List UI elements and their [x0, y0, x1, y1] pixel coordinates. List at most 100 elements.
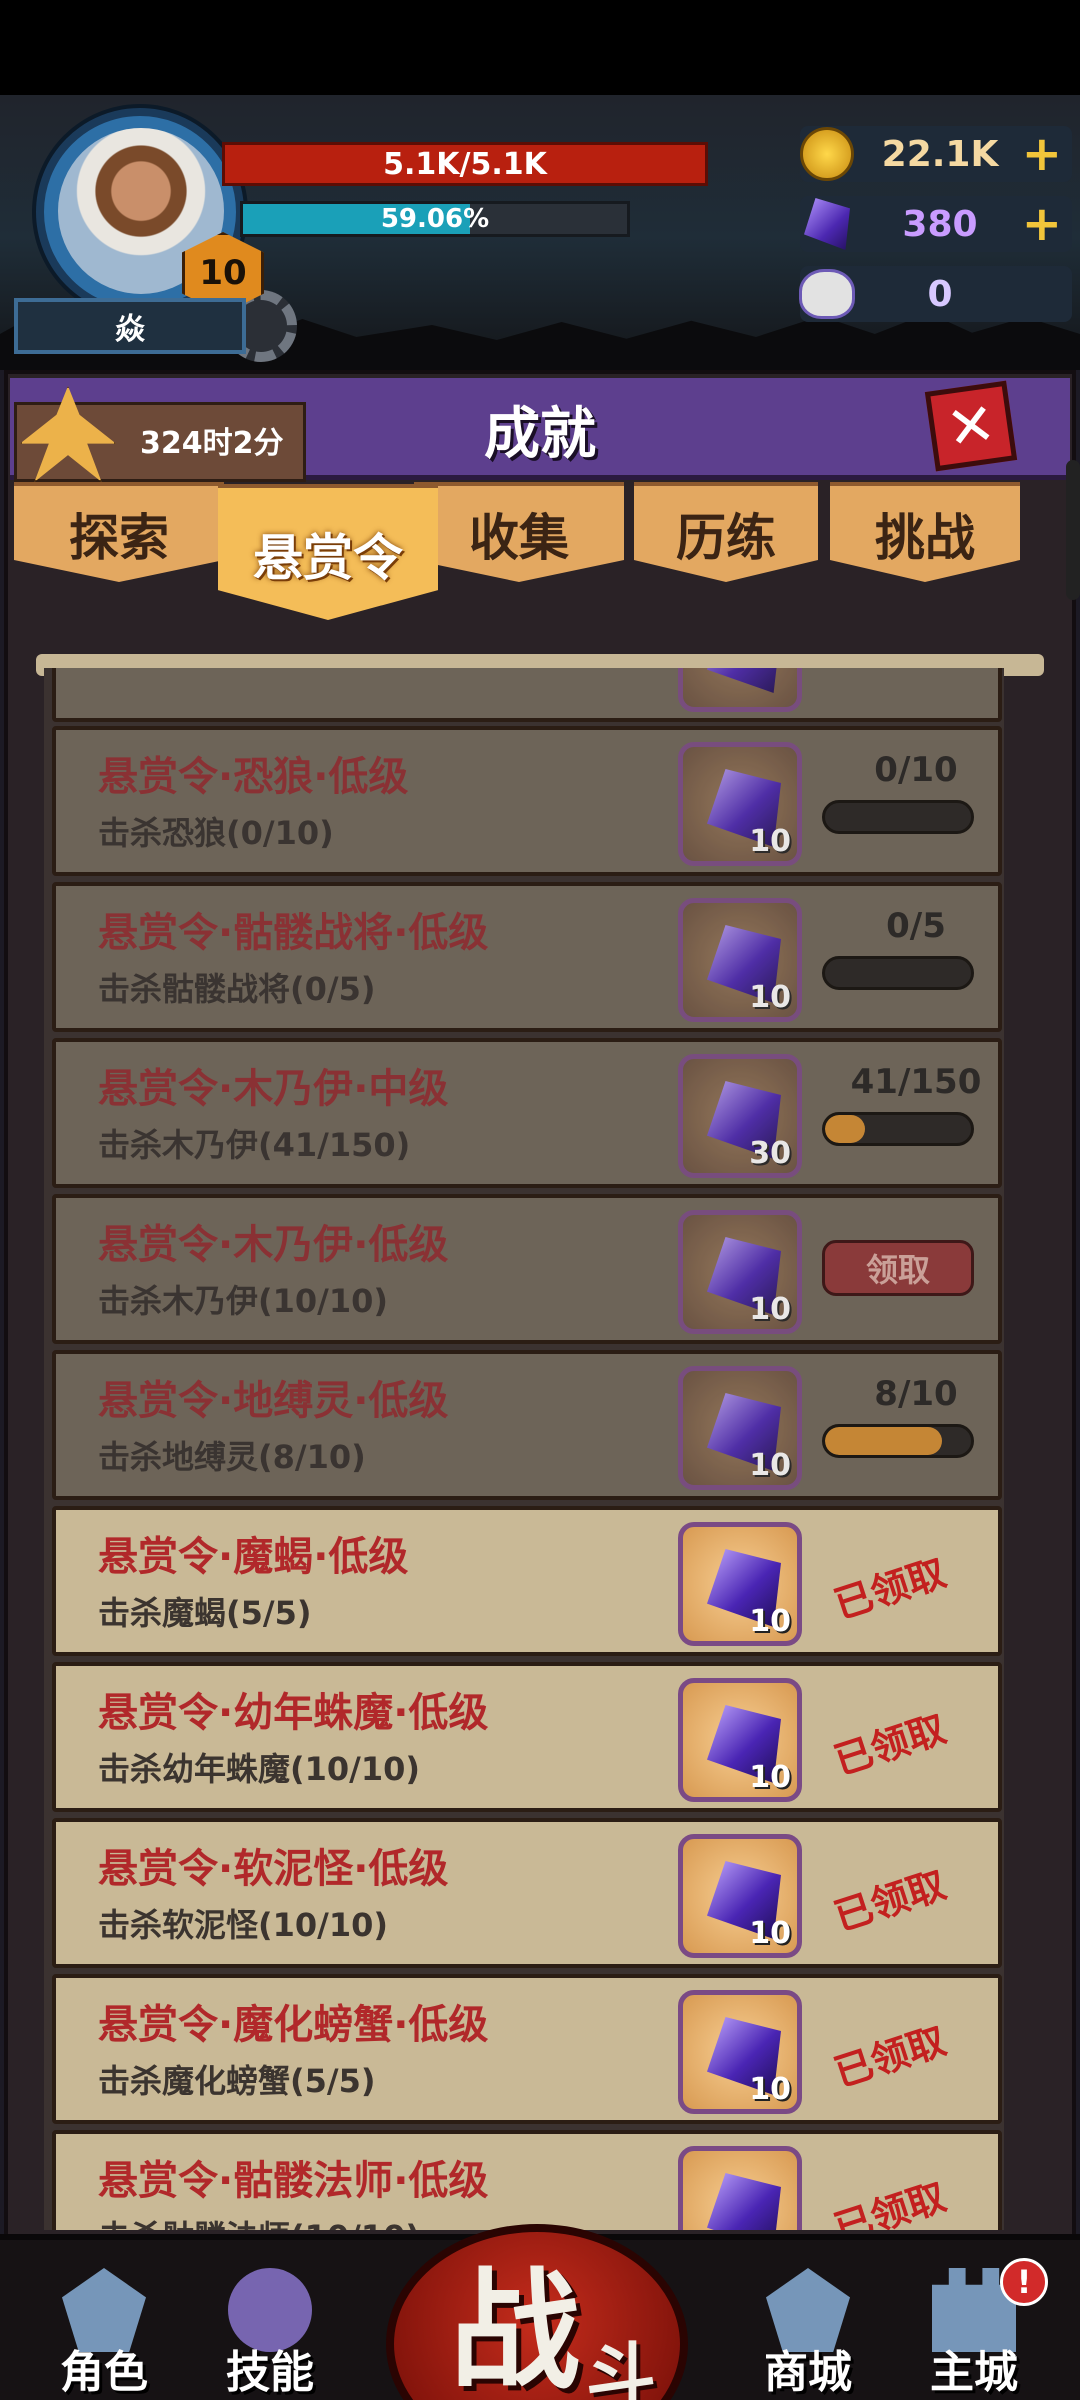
reward-count: 10	[749, 1448, 791, 1483]
player-name: 焱	[14, 298, 246, 354]
progress-bar	[822, 1424, 974, 1458]
progress-text: 0/10	[874, 750, 958, 790]
reward-count: 10	[749, 1604, 791, 1639]
reward-count: 10	[749, 1760, 791, 1795]
gold-counter: 22.1K +	[800, 126, 1072, 182]
side-scroll-handle[interactable]	[1066, 460, 1080, 600]
progress-text: 0/5	[886, 906, 946, 946]
list-item: 悬赏令·幼年蛛魔·低级 击杀幼年蛛魔(10/10) 10 已领取	[52, 1662, 1002, 1812]
bounty-desc: 击杀魔化螃蟹(5/5)	[98, 2062, 376, 2100]
nav-shop-label: 商城	[764, 2347, 852, 2398]
status-bar	[0, 0, 1080, 95]
reward-count: 10	[749, 980, 791, 1015]
bounty-title: 悬赏令·幼年蛛魔·低级	[98, 1690, 489, 1736]
game-screen: 10 焱 5.1K/5.1K 59.06% 22.1K + 380 + 0 32…	[0, 0, 1080, 2400]
progress-bar	[822, 800, 974, 834]
skull-value: 0	[927, 273, 953, 315]
progress-fill	[825, 1427, 942, 1455]
bounty-title: 悬赏令·软泥怪·低级	[98, 1846, 449, 1892]
reward-slot[interactable]: 10	[678, 1990, 802, 2114]
bounty-title: 悬赏令·木乃伊·低级	[98, 1222, 449, 1268]
progress-fill	[825, 1115, 865, 1143]
gem-icon	[707, 668, 781, 693]
progress-bar	[822, 1112, 974, 1146]
partial-list-item	[52, 668, 1002, 722]
bounty-desc: 击杀骷髅战将(0/5)	[98, 970, 376, 1008]
reward-slot	[678, 668, 802, 712]
hp-text: 5.1K/5.1K	[383, 146, 547, 182]
panel-title: 成就	[484, 401, 596, 467]
ram-skull-icon	[796, 263, 858, 325]
close-button[interactable]: ✕	[924, 380, 1018, 472]
bounty-desc: 击杀木乃伊(41/150)	[98, 1126, 411, 1164]
reward-slot[interactable]: 10	[678, 2146, 802, 2230]
claimed-stamp: 已领取	[829, 1550, 952, 1628]
bounty-desc: 击杀木乃伊(10/10)	[98, 1282, 389, 1320]
list-item: 悬赏令·地缚灵·低级 击杀地缚灵(8/10) 10 8/10	[52, 1350, 1002, 1500]
nav-skill[interactable]: 技能	[210, 2258, 330, 2400]
bounty-desc: 击杀魔蝎(5/5)	[98, 1594, 312, 1632]
bounty-title: 悬赏令·木乃伊·中级	[98, 1066, 449, 1112]
bounty-desc: 击杀骷髅法师(10/10)	[98, 2212, 420, 2230]
reward-slot[interactable]: 10	[678, 742, 802, 866]
claimed-stamp: 已领取	[829, 1862, 952, 1940]
coin-icon	[796, 123, 858, 185]
progress-bar	[822, 956, 974, 990]
claimed-stamp: 已领取	[829, 1706, 952, 1784]
bounty-title: 悬赏令·魔蝎·低级	[98, 1534, 409, 1580]
bounty-title: 悬赏令·恐狼·低级	[98, 754, 409, 800]
reward-slot[interactable]: 10	[678, 1678, 802, 1802]
reward-slot[interactable]: 10	[678, 1834, 802, 1958]
reward-count: 10	[749, 2228, 791, 2230]
nav-skill-label: 技能	[226, 2347, 314, 2398]
gold-value: 22.1K	[881, 133, 999, 175]
claimed-stamp: 已领取	[829, 2174, 952, 2230]
alert-badge: !	[1000, 2258, 1048, 2306]
reward-slot[interactable]: 30	[678, 1054, 802, 1178]
progress-text: 41/150	[850, 1062, 982, 1102]
gem-icon	[707, 2173, 781, 2230]
bounty-title: 悬赏令·骷髅法师·低级	[98, 2158, 489, 2204]
fight-label-sub: 斗	[586, 2335, 656, 2400]
bounty-desc: 击杀地缚灵(8/10)	[98, 1438, 366, 1476]
bounty-list[interactable]: 悬赏令·恐狼·低级 击杀恐狼(0/10) 10 0/10 悬赏令·骷髅战将·低级…	[44, 668, 1004, 2230]
xp-bar: 59.06%	[240, 201, 630, 237]
reward-slot[interactable]: 10	[678, 1210, 802, 1334]
reward-count: 10	[749, 824, 791, 859]
reward-slot[interactable]: 10	[678, 898, 802, 1022]
gem-counter: 380 +	[800, 196, 1072, 252]
add-gold-button[interactable]: +	[1022, 130, 1062, 178]
claimed-stamp: 已领取	[829, 2018, 952, 2096]
xp-text: 59.06%	[380, 204, 490, 234]
list-item: 悬赏令·木乃伊·低级 击杀木乃伊(10/10) 10 领取	[52, 1194, 1002, 1344]
bounty-desc: 击杀幼年蛛魔(10/10)	[98, 1750, 421, 1788]
reward-count: 10	[749, 1292, 791, 1327]
list-item: 悬赏令·骷髅战将·低级 击杀骷髅战将(0/5) 10 0/5	[52, 882, 1002, 1032]
nav-city-label: 主城	[930, 2347, 1018, 2398]
reward-count: 30	[749, 1136, 791, 1171]
nav-role[interactable]: 角色	[44, 2258, 164, 2400]
bounty-title: 悬赏令·魔化螃蟹·低级	[98, 2002, 489, 2048]
list-item: 悬赏令·骷髅法师·低级 击杀骷髅法师(10/10) 10 已领取	[52, 2130, 1002, 2230]
reward-slot[interactable]: 10	[678, 1366, 802, 1490]
bounty-title: 悬赏令·地缚灵·低级	[98, 1378, 449, 1424]
progress-text: 8/10	[874, 1374, 958, 1414]
list-item: 悬赏令·魔蝎·低级 击杀魔蝎(5/5) 10 已领取	[52, 1506, 1002, 1656]
claim-button[interactable]: 领取	[822, 1240, 974, 1296]
list-item: 悬赏令·魔化螃蟹·低级 击杀魔化螃蟹(5/5) 10 已领取	[52, 1974, 1002, 2124]
list-item: 悬赏令·软泥怪·低级 击杀软泥怪(10/10) 10 已领取	[52, 1818, 1002, 1968]
list-item: 悬赏令·木乃伊·中级 击杀木乃伊(41/150) 30 41/150	[52, 1038, 1002, 1188]
skull-counter: 0	[799, 266, 1072, 322]
bounty-desc: 击杀软泥怪(10/10)	[98, 1906, 389, 1944]
fight-label: 战	[450, 2255, 581, 2400]
bounty-title: 悬赏令·骷髅战将·低级	[98, 910, 489, 956]
bounty-desc: 击杀恐狼(0/10)	[98, 814, 334, 852]
gem-value: 380	[902, 203, 978, 245]
list-item: 悬赏令·恐狼·低级 击杀恐狼(0/10) 10 0/10	[52, 726, 1002, 876]
reward-slot[interactable]: 10	[678, 1522, 802, 1646]
gem-icon	[796, 193, 858, 255]
nav-role-label: 角色	[60, 2347, 148, 2398]
add-gem-button[interactable]: +	[1022, 200, 1062, 248]
nav-shop[interactable]: 商城	[748, 2258, 868, 2400]
hp-bar: 5.1K/5.1K	[222, 142, 708, 186]
